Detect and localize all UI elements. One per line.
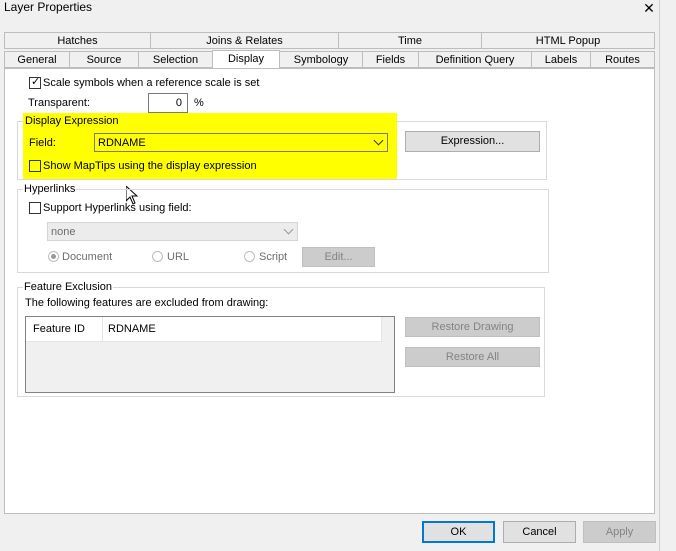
edit-button[interactable]: Edit... [302,247,375,267]
tab-definition-query[interactable]: Definition Query [418,51,532,68]
tab-labels[interactable]: Labels [531,51,591,68]
column-divider [381,317,382,341]
hyperlink-field-value: none [51,226,76,238]
restore-drawing-button[interactable]: Restore Drawing [405,317,540,337]
tab-time[interactable]: Time [338,32,482,49]
feature-exclusion-description: The following features are excluded from… [25,297,269,309]
scale-symbols-label: Scale symbols when a reference scale is … [43,77,260,89]
hyperlinks-legend: Hyperlinks [23,183,77,195]
tab-general[interactable]: General [4,51,70,68]
radio-url[interactable] [152,251,163,262]
hyperlink-field-combobox[interactable]: none [47,222,298,241]
tab-fields[interactable]: Fields [362,51,419,68]
excluded-features-list[interactable]: Feature ID RDNAME [25,316,395,393]
column-header-rdname[interactable]: RDNAME [108,323,156,335]
support-hyperlinks-checkbox[interactable] [29,202,41,214]
cancel-button[interactable]: Cancel [503,521,576,543]
window-border [659,0,660,551]
column-header-feature-id[interactable]: Feature ID [33,323,85,335]
ok-button[interactable]: OK [422,521,495,543]
radio-url-label: URL [167,251,190,263]
tab-display[interactable]: Display [212,50,280,69]
apply-button[interactable]: Apply [583,521,656,543]
maptips-label: Show MapTips using the display expressio… [43,160,257,172]
scale-symbols-checkbox[interactable] [29,75,41,89]
tab-hatches[interactable]: Hatches [4,32,151,49]
radio-script-label: Script [259,251,288,263]
column-divider [102,317,103,341]
tab-routes[interactable]: Routes [590,51,655,68]
close-icon[interactable]: ✕ [641,0,657,17]
radio-document[interactable] [48,251,59,262]
chevron-down-icon [373,135,384,146]
tab-source[interactable]: Source [69,51,139,68]
restore-all-button[interactable]: Restore All [405,347,540,367]
feature-exclusion-legend: Feature Exclusion [23,281,114,293]
support-hyperlinks-label: Support Hyperlinks using field: [43,202,192,214]
window-title: Layer Properties [4,0,93,14]
chevron-down-icon [283,224,294,235]
transparent-label: Transparent: [28,97,90,109]
tab-selection[interactable]: Selection [138,51,213,68]
radio-script[interactable] [244,251,255,262]
maptips-checkbox[interactable] [29,160,41,172]
field-combobox-value: RDNAME [98,137,146,149]
tab-symbology[interactable]: Symbology [279,51,363,68]
field-label: Field: [29,137,56,149]
tab-html-popup[interactable]: HTML Popup [481,32,655,49]
transparent-input[interactable]: 0 [148,93,188,113]
transparent-unit: % [194,97,204,109]
radio-document-label: Document [62,251,113,263]
field-combobox[interactable]: RDNAME [94,133,388,152]
expression-button[interactable]: Expression... [405,131,540,152]
list-header: Feature ID RDNAME [26,317,382,342]
display-expression-legend: Display Expression [25,115,119,127]
tab-joins-relates[interactable]: Joins & Relates [150,32,339,49]
